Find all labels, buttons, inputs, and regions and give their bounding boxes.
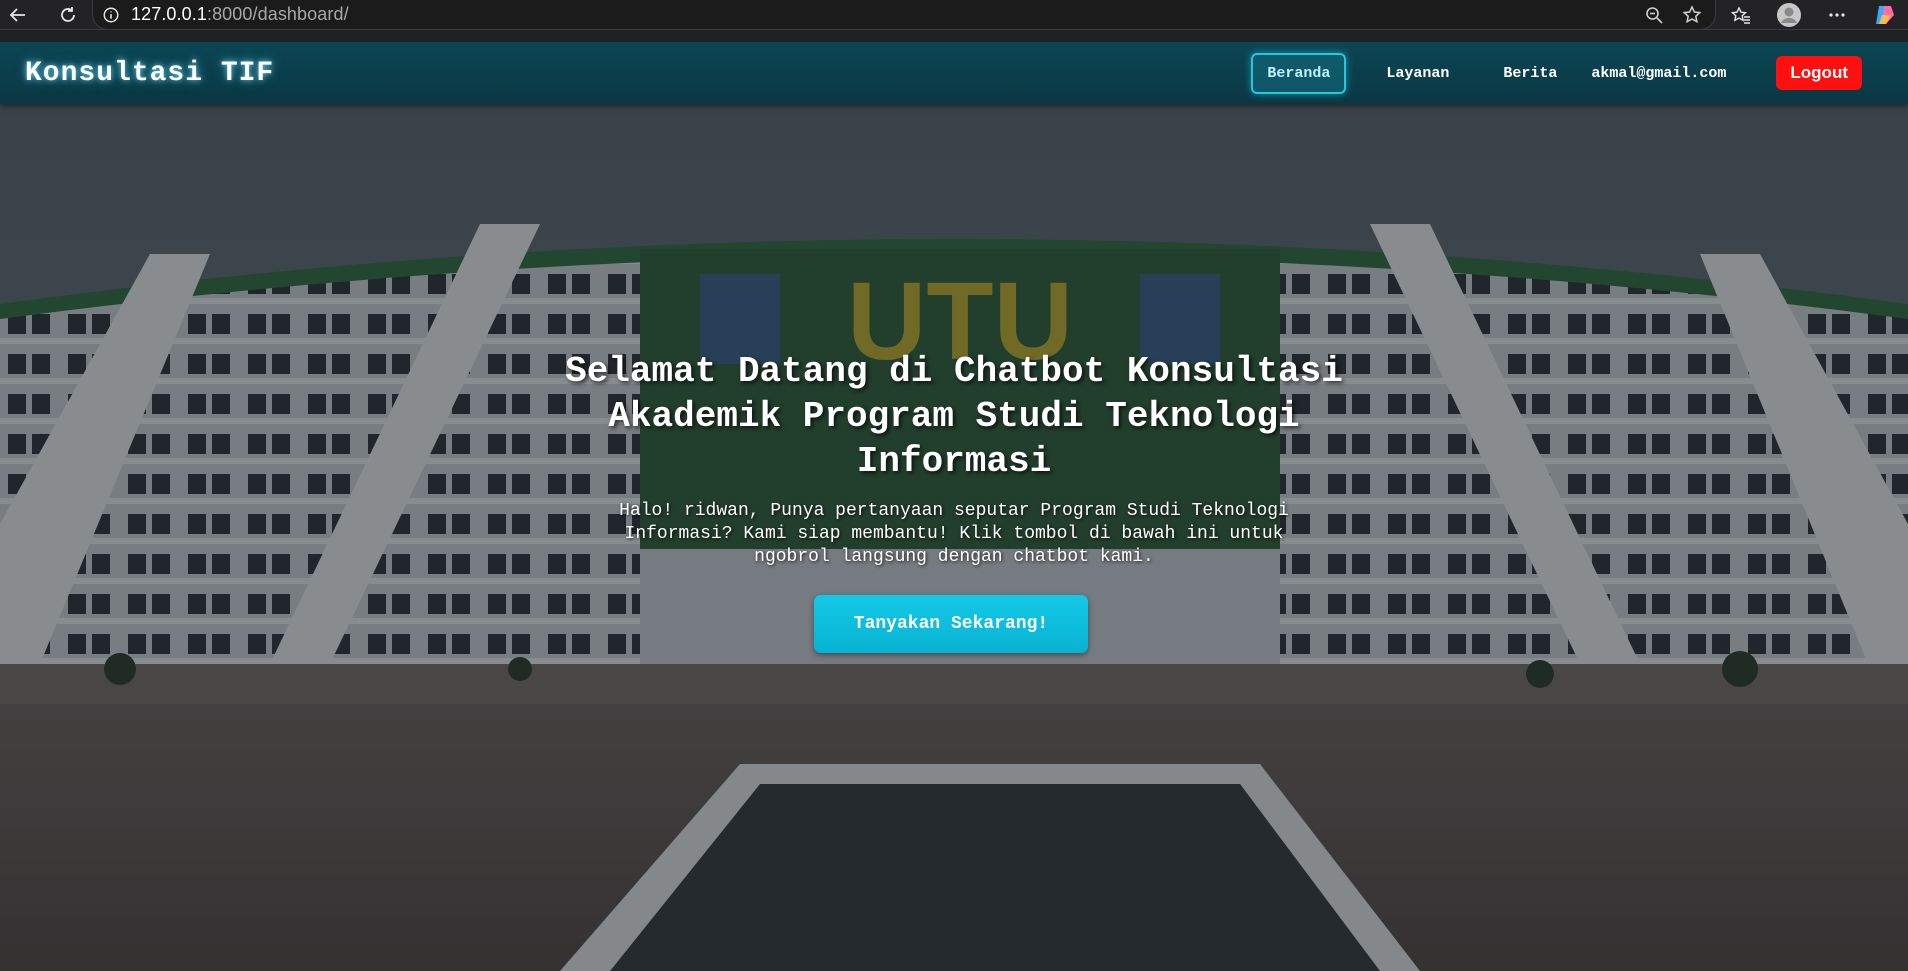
star-icon[interactable] (1681, 4, 1703, 26)
page: Konsultasi TIF Beranda Layanan Berita ak… (0, 42, 1908, 971)
nav-link-berita[interactable]: Berita (1489, 55, 1571, 92)
logout-button[interactable]: Logout (1776, 56, 1862, 90)
address-bar[interactable]: 127.0.0.1:8000/dashboard/ (92, 0, 1716, 30)
nav-link-layanan[interactable]: Layanan (1372, 55, 1463, 92)
profile-icon[interactable] (1776, 2, 1802, 28)
more-icon[interactable] (1824, 2, 1850, 28)
navbar: Konsultasi TIF Beranda Layanan Berita ak… (0, 42, 1908, 104)
user-email[interactable]: akmal@gmail.com (1577, 55, 1740, 92)
browser-toolbar: 127.0.0.1:8000/dashboard/ (0, 0, 1908, 30)
hero-section: UTU Selamat Datang di Chatbot Konsultasi… (0, 104, 1908, 971)
brand-logo[interactable]: Konsultasi TIF (25, 58, 274, 89)
copilot-icon[interactable] (1872, 2, 1898, 28)
info-icon[interactable] (101, 5, 121, 25)
hero-subtitle: Halo! ridwan, Punya pertanyaan seputar P… (619, 501, 1289, 567)
nav-links: Beranda Layanan Berita akmal@gmail.com L… (1251, 52, 1862, 94)
hero-title: Selamat Datang di Chatbot Konsultasi Aka… (565, 351, 1343, 482)
back-icon[interactable] (6, 3, 30, 27)
url-text[interactable]: 127.0.0.1:8000/dashboard/ (131, 4, 349, 25)
ask-now-button[interactable]: Tanyakan Sekarang! (814, 595, 1088, 653)
favorites-icon[interactable] (1728, 2, 1754, 28)
nav-link-beranda[interactable]: Beranda (1251, 52, 1347, 94)
zoom-icon[interactable] (1643, 4, 1665, 26)
hero-content: Selamat Datang di Chatbot Konsultasi Aka… (0, 104, 1908, 971)
reload-icon[interactable] (56, 3, 80, 27)
